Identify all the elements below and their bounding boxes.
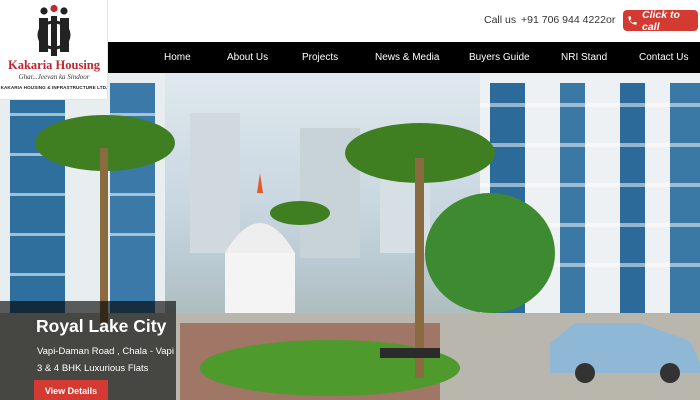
brand-tagline: Ghar...Jeevan ka Sindoor: [18, 73, 90, 81]
or-label: or: [606, 14, 616, 26]
brand-logo[interactable]: Kakaria Housing Ghar...Jeevan ka Sindoor…: [0, 0, 108, 100]
site-header: Kakaria Housing Ghar...Jeevan ka Sindoor…: [0, 0, 700, 100]
nav-item-contact-us[interactable]: Contact Us: [639, 42, 688, 73]
nav-item-nri-stand[interactable]: NRI Stand: [561, 42, 607, 73]
view-details-button[interactable]: View Details: [34, 380, 108, 400]
hero-banner: Royal Lake City Vapi-Daman Road , Chala …: [0, 73, 700, 400]
logo-emblem-icon: [37, 4, 71, 56]
click-to-call-button[interactable]: Click to call: [623, 8, 698, 33]
hero-location: Vapi-Daman Road , Chala - Vapi: [37, 346, 174, 357]
hero-configuration: 3 & 4 BHK Luxurious Flats: [37, 363, 149, 374]
nav-item-about-us[interactable]: About Us: [227, 42, 268, 73]
brand-name: Kakaria Housing: [7, 58, 101, 72]
call-us-label: Call us: [484, 14, 517, 26]
phone-icon: [628, 16, 637, 25]
nav-item-projects[interactable]: Projects: [302, 42, 338, 73]
click-to-call-label: Click to call: [642, 8, 680, 33]
brand-company: KAKARIA HOUSING & INFRASTRUCTURE LTD.: [0, 85, 108, 90]
nav-item-news-media[interactable]: News & Media: [375, 42, 439, 73]
nav-item-buyers-guide[interactable]: Buyers Guide: [469, 42, 530, 73]
phone-number[interactable]: +91 706 944 4222: [521, 14, 606, 26]
hero-title: Royal Lake City: [36, 316, 167, 336]
nav-item-home[interactable]: Home: [164, 42, 191, 73]
main-navigation: Home About Us Projects News & Media Buye…: [103, 42, 700, 73]
